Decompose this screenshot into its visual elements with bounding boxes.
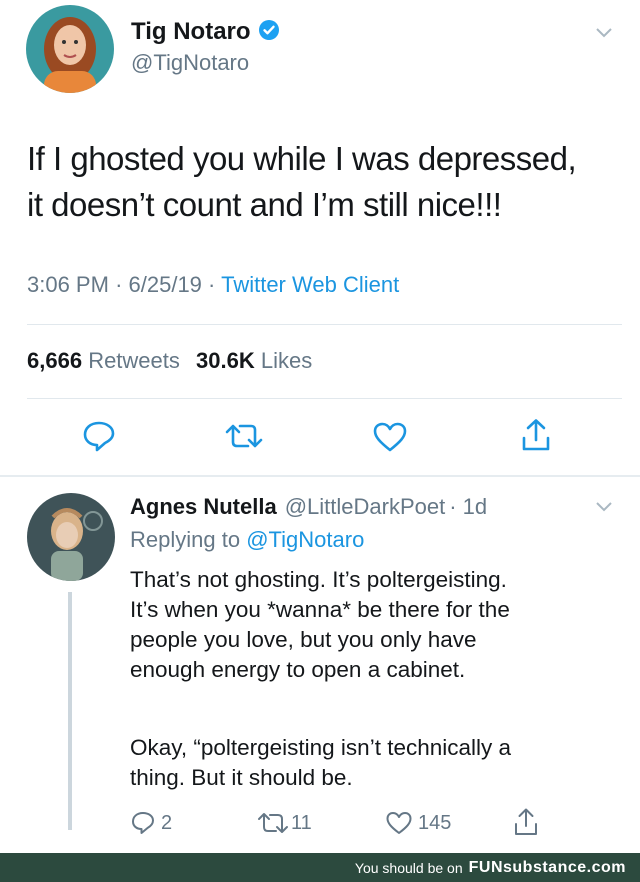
divider <box>27 398 622 399</box>
reply-author-name[interactable]: Agnes Nutella <box>130 494 277 520</box>
reply-share-button[interactable] <box>513 807 539 837</box>
reply-author-handle[interactable]: @LittleDarkPoet <box>285 494 446 520</box>
meta-separator: · <box>115 272 123 297</box>
share-icon <box>515 808 537 835</box>
author-name-row: Tig Notaro <box>131 18 280 46</box>
reply-retweet-button[interactable]: 11 <box>257 811 312 835</box>
retweets-count: 6,666 <box>27 348 83 373</box>
chevron-down-icon[interactable] <box>594 26 614 45</box>
retweet-icon <box>258 813 288 833</box>
avatar[interactable] <box>26 5 114 93</box>
replying-to: Replying to @TigNotaro <box>130 527 364 553</box>
replying-handle-link[interactable]: @TigNotaro <box>246 527 364 552</box>
retweet-button[interactable] <box>224 422 264 450</box>
heart-icon <box>386 812 412 834</box>
author-name[interactable]: Tig Notaro <box>131 18 251 46</box>
reply-age: · 1d <box>449 494 488 519</box>
reply-avatar-image <box>27 493 115 581</box>
reply-icon <box>132 812 154 834</box>
reply-button[interactable] <box>82 420 116 452</box>
replying-prefix: Replying to <box>130 527 241 552</box>
likes-stat[interactable]: 30.6K Likes <box>196 348 312 373</box>
likes-label: Likes <box>260 348 313 373</box>
meta-separator: · <box>208 272 216 297</box>
chevron-down-icon[interactable] <box>594 500 614 519</box>
divider <box>27 324 622 325</box>
retweet-count: 11 <box>291 811 312 834</box>
reply-header: Agnes Nutella @LittleDarkPoet · 1d <box>130 494 487 520</box>
footer-text: You should be on <box>354 859 463 876</box>
like-count: 145 <box>418 811 452 834</box>
like-button[interactable] <box>372 421 408 453</box>
tweet-meta: 3:06 PM · 6/25/19 · Twitter Web Client <box>27 272 399 298</box>
reply-like-button[interactable]: 145 <box>385 810 451 836</box>
share-icon <box>522 419 550 451</box>
retweets-label: Retweets <box>88 348 180 373</box>
author-handle: @TigNotaro <box>131 50 250 75</box>
share-button[interactable] <box>520 418 552 452</box>
heart-icon <box>373 422 407 452</box>
reply-paragraph-2: Okay, “poltergeisting isn’t technically … <box>130 735 512 790</box>
reply-icon <box>83 421 115 452</box>
likes-count: 30.6K <box>196 348 255 373</box>
tweet-time: 3:06 PM <box>27 272 109 297</box>
tweet-client-link[interactable]: Twitter Web Client <box>221 272 399 297</box>
avatar-image <box>26 5 114 93</box>
tweet-stats: 6,666 Retweets 30.6K Likes <box>27 348 312 374</box>
reply-paragraph-1: That’s not ghosting. It’s poltergeisting… <box>130 567 510 682</box>
tweet-text: If I ghosted you while I was depressed, … <box>27 140 577 223</box>
tweet-date: 6/25/19 <box>128 272 202 297</box>
retweets-stat[interactable]: 6,666 Retweets <box>27 348 186 373</box>
divider <box>0 475 640 477</box>
watermark-footer: You should be on FUNsubstance.com <box>0 853 640 882</box>
reply-reply-button[interactable]: 2 <box>130 810 172 836</box>
reply-avatar[interactable] <box>27 493 115 581</box>
reply-count: 2 <box>161 811 173 834</box>
verified-badge-icon <box>258 19 280 46</box>
thread-line <box>68 592 72 830</box>
footer-brand[interactable]: FUNsubstance.com <box>469 859 626 877</box>
retweet-icon <box>225 424 263 448</box>
